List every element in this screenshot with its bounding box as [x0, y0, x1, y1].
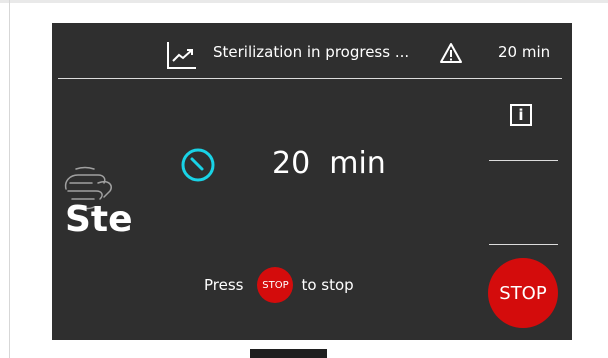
header-time: 20 min [498, 43, 551, 61]
left-divider [9, 0, 10, 358]
to-stop-label: to stop [301, 276, 354, 294]
warning-triangle-icon[interactable] [439, 42, 463, 64]
side-divider-top [489, 160, 558, 161]
stop-button[interactable]: STOP [488, 258, 558, 328]
trend-chart-icon [167, 42, 196, 69]
press-stop-instruction: Press STOP to stop [204, 267, 354, 303]
top-strip [0, 0, 608, 3]
status-text: Sterilization in progress ... [213, 43, 410, 61]
program-label-partial[interactable]: Ste [65, 199, 133, 240]
stop-mini-icon: STOP [257, 267, 294, 303]
timer-value: 20 min [272, 146, 386, 181]
info-button[interactable]: i [510, 104, 532, 126]
header-divider [58, 78, 562, 79]
device-screen: Sterilization in progress ... 20 min i 2… [52, 23, 572, 340]
page: Sterilization in progress ... 20 min i 2… [0, 0, 608, 358]
clock-icon [181, 148, 215, 182]
bottom-tab [250, 349, 327, 358]
press-label: Press [204, 276, 244, 294]
side-divider-bottom [489, 244, 558, 245]
